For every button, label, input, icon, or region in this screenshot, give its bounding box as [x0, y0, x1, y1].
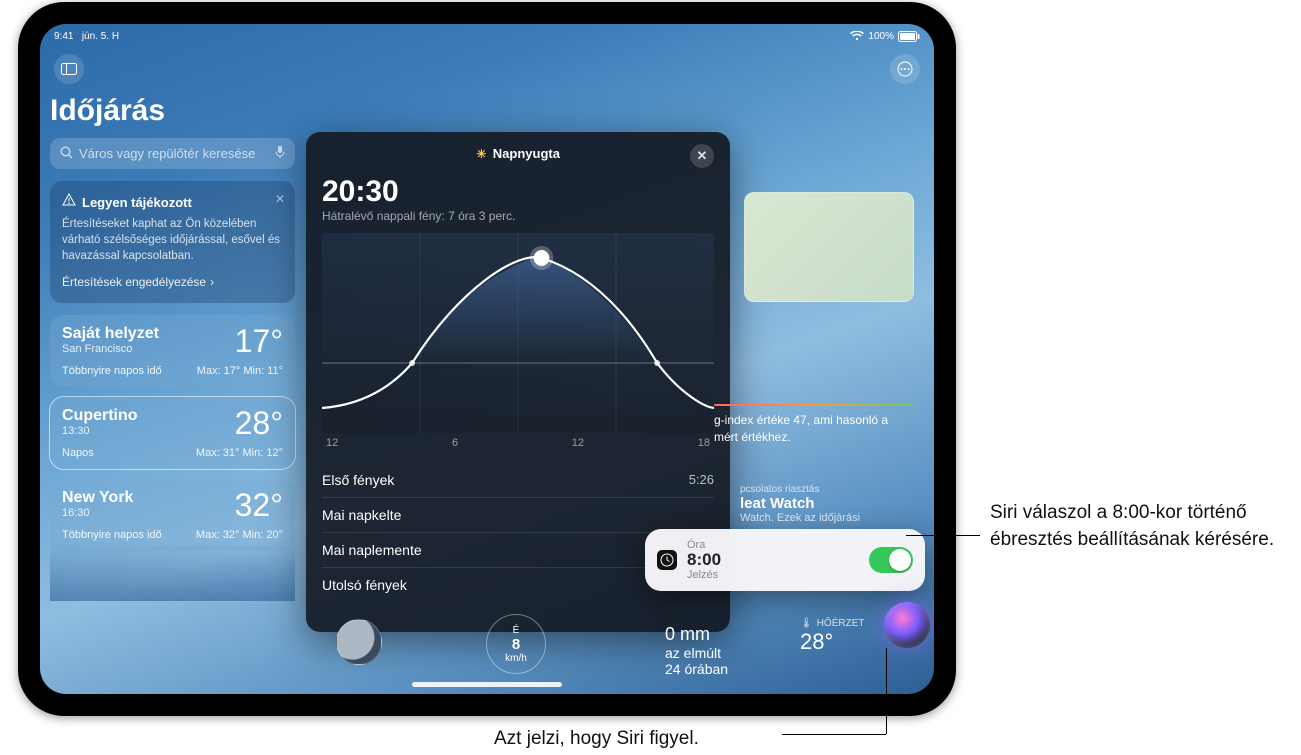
heat-title: leat Watch: [740, 495, 920, 512]
chevron-right-icon: ›: [210, 274, 214, 291]
x-tick: 18: [698, 437, 710, 449]
top-toolbar: [54, 54, 920, 84]
precip-map-widget[interactable]: [744, 192, 914, 302]
feels-label: HŐÉRZET: [817, 618, 865, 629]
siri-app-label: Óra: [687, 539, 859, 551]
status-bar: 9:41 jún. 5. H 100%: [40, 24, 934, 44]
home-indicator[interactable]: [412, 682, 562, 687]
city-name: Cupertino: [62, 407, 138, 425]
row-label: Utolsó fények: [322, 577, 407, 593]
heat-watch-widget[interactable]: pcsolatos riasztás leat Watch Watch. Eze…: [740, 484, 920, 524]
callout-siri-response: Siri válaszol a 8:00-kor történő ébreszt…: [990, 500, 1290, 553]
city-condition: Többnyire napos idő: [62, 365, 162, 377]
more-icon[interactable]: [890, 54, 920, 84]
dictation-icon[interactable]: [275, 145, 285, 162]
ipad-screen: 9:41 jún. 5. H 100%: [40, 24, 934, 694]
info-body: Értesítéseket kaphat az Ön közelében vár…: [62, 216, 283, 264]
compass-icon: É 8 km/h: [486, 614, 546, 674]
ipad-frame: 9:41 jún. 5. H 100%: [18, 2, 956, 716]
enable-notifications-link[interactable]: Értesítések engedélyezése ›: [62, 274, 283, 291]
rain-widget[interactable]: 0 mm az elmúlt 24 órában: [665, 624, 775, 677]
city-card-my-location[interactable]: Saját helyzet San Francisco 17° Többnyir…: [50, 315, 295, 387]
callout-siri-listening: Azt jelzi, hogy Siri figyel.: [494, 726, 699, 753]
callout-line: [886, 648, 887, 734]
callout-line: [906, 535, 980, 536]
city-hilo: Max: 31° Min: 12°: [196, 447, 283, 459]
sunset-time: 20:30: [322, 175, 714, 209]
city-sub: 13:30: [62, 425, 138, 437]
status-date: jún. 5. H: [82, 31, 119, 42]
sidebar-toggle-icon[interactable]: [54, 54, 84, 84]
city-condition: Napos: [62, 447, 94, 459]
rain-mm: 0 mm: [665, 624, 775, 645]
sidebar: Időjárás Város vagy repülőtér keresése ✕…: [50, 94, 295, 561]
city-name: Saját helyzet: [62, 325, 159, 343]
sidebar-fade: [50, 541, 295, 601]
city-temp: 17°: [235, 325, 283, 357]
callout-line: [782, 734, 886, 735]
siri-orb-icon[interactable]: [884, 602, 930, 648]
siri-alarm-time: 8:00: [687, 551, 859, 570]
moon-widget[interactable]: [336, 619, 456, 665]
info-link-label: Értesítések engedélyezése: [62, 274, 206, 291]
thermometer-icon: 🌡: [800, 618, 813, 629]
page-title: Időjárás: [50, 94, 295, 128]
battery-percent: 100%: [868, 31, 894, 42]
x-tick: 12: [326, 437, 338, 449]
chart-x-ticks: 12 6 12 18: [322, 437, 714, 449]
siri-card-text: Óra 8:00 Jelzés: [687, 539, 859, 582]
sun-elevation-chart: [322, 233, 714, 433]
siri-alarm-sub: Jelzés: [687, 569, 859, 581]
rain-line-b: 24 órában: [665, 661, 775, 677]
wind-widget[interactable]: É 8 km/h: [486, 614, 646, 684]
battery-icon: [898, 31, 920, 42]
wifi-icon: [850, 31, 864, 41]
modal-header: ☀︎ Napnyugta ✕: [322, 146, 714, 161]
row-label: Mai napkelte: [322, 507, 401, 523]
wind-speed: 8: [512, 636, 520, 653]
search-icon: [60, 146, 73, 162]
wind-dir: É: [513, 625, 520, 636]
moon-icon: [336, 619, 382, 665]
info-card: ✕ Legyen tájékozott Értesítéseket kaphat…: [50, 181, 295, 303]
uv-index-text: g-index értéke 47, ami hasonló a mért ér…: [714, 404, 914, 454]
modal-title: Napnyugta: [493, 146, 560, 161]
wind-unit: km/h: [505, 653, 527, 664]
row-sunrise: Mai napkelte: [322, 497, 714, 532]
close-icon[interactable]: ✕: [690, 144, 714, 168]
city-hilo: Max: 32° Min: 20°: [196, 529, 283, 541]
heat-sub: Watch. Ezek az időjárási: [740, 512, 920, 524]
clock-app-icon: [657, 550, 677, 570]
alarm-toggle[interactable]: [869, 547, 913, 573]
info-title: Legyen tájékozott: [82, 194, 192, 212]
row-label: Mai naplemente: [322, 542, 422, 558]
city-temp: 32°: [235, 489, 283, 521]
row-first-light: Első fények 5:26: [322, 463, 714, 497]
alert-icon: [62, 193, 76, 212]
city-name: New York: [62, 489, 133, 507]
rain-line-a: az elmúlt: [665, 645, 775, 661]
search-input[interactable]: Város vagy repülőtér keresése: [50, 138, 295, 169]
city-condition: Többnyire napos idő: [62, 529, 162, 541]
x-tick: 6: [452, 437, 458, 449]
sunset-subtext: Hátralévő nappali fény: 7 óra 3 perc.: [322, 209, 714, 223]
uv-line-a: g-index értéke 47, ami hasonló a: [714, 413, 888, 427]
sunset-icon: ☀︎: [476, 147, 487, 161]
siri-alarm-card[interactable]: Óra 8:00 Jelzés: [645, 529, 925, 591]
row-label: Első fények: [322, 472, 394, 488]
status-time: 9:41: [54, 31, 73, 42]
city-temp: 28°: [235, 407, 283, 439]
uv-line-b: mért értékhez.: [714, 430, 791, 444]
status-right: 100%: [850, 31, 920, 42]
close-icon[interactable]: ✕: [275, 191, 285, 208]
city-sub: San Francisco: [62, 343, 159, 355]
status-left: 9:41 jún. 5. H: [54, 31, 119, 42]
search-placeholder: Város vagy repülőtér keresése: [79, 146, 269, 161]
city-hilo: Max: 17° Min: 11°: [197, 365, 283, 377]
row-value: 5:26: [689, 472, 714, 488]
city-sub: 16:30: [62, 507, 133, 519]
x-tick: 12: [572, 437, 584, 449]
heat-tag: pcsolatos riasztás: [740, 484, 920, 495]
city-card-cupertino[interactable]: Cupertino 13:30 28° Napos Max: 31° Min: …: [50, 397, 295, 469]
